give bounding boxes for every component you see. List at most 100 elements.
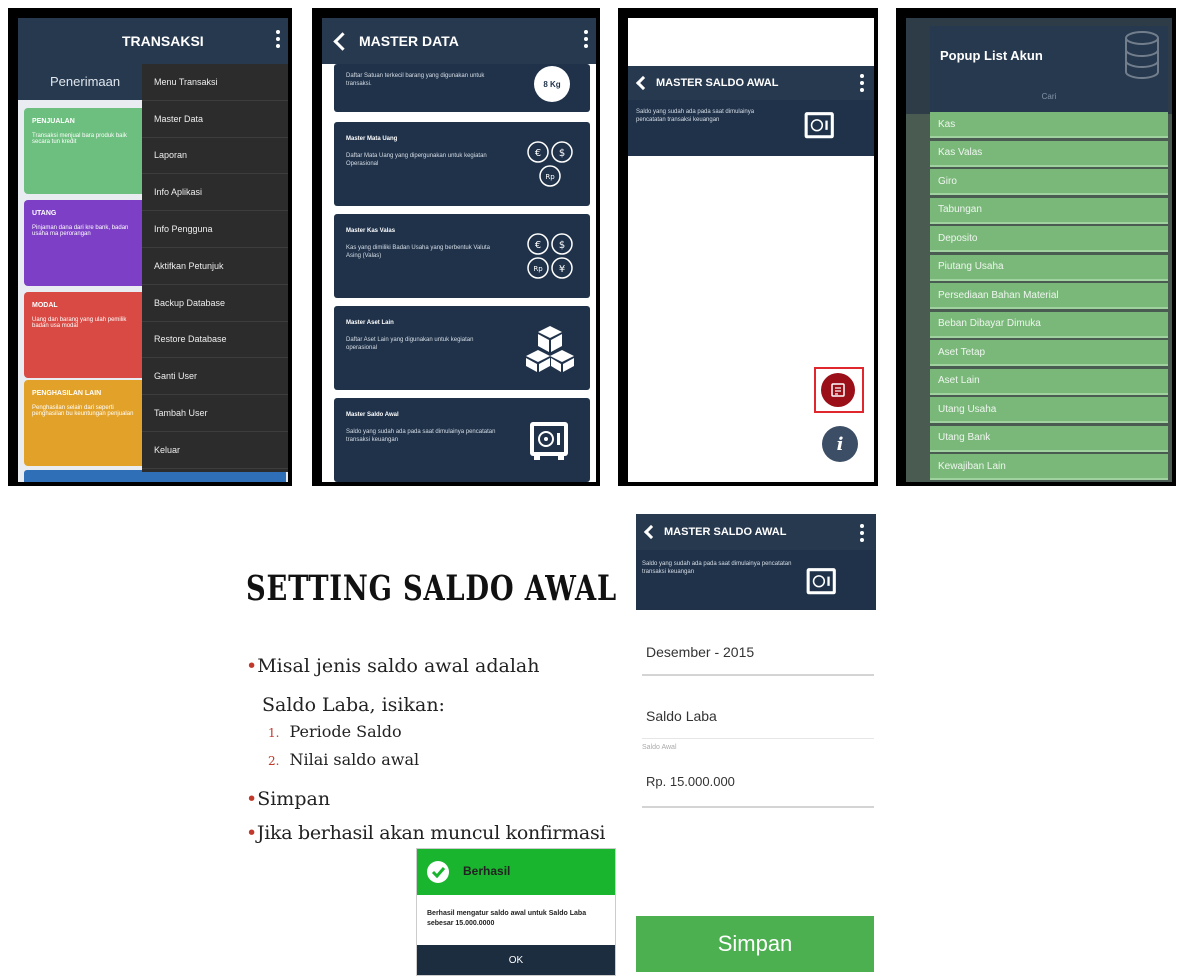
app-bar: MASTER SALDO AWAL bbox=[628, 66, 874, 100]
menu-item-master-data[interactable]: Master Data bbox=[142, 101, 288, 138]
account-item-beban-dibayar[interactable]: Beban Dibayar Dimuka bbox=[930, 311, 1168, 338]
account-item-giro[interactable]: Giro bbox=[930, 169, 1168, 195]
page-title: MASTER SALDO AWAL bbox=[656, 77, 779, 89]
safe-icon bbox=[806, 568, 836, 595]
app-bar: TRANSAKSI bbox=[18, 18, 288, 64]
page-title: MASTER DATA bbox=[359, 33, 459, 49]
bullet-simpan: •Simpan bbox=[246, 788, 330, 810]
overflow-menu-icon[interactable] bbox=[860, 524, 864, 545]
success-dialog: Berhasil Berhasil mengatur saldo awal un… bbox=[416, 848, 616, 976]
account-item-kas-valas[interactable]: Kas Valas bbox=[930, 140, 1168, 167]
overflow-menu-icon[interactable] bbox=[276, 30, 280, 51]
list-text: Nilai saldo awal bbox=[289, 750, 420, 769]
back-icon[interactable] bbox=[333, 31, 352, 51]
akun-field[interactable]: Saldo Laba bbox=[642, 682, 874, 739]
account-item-deposito[interactable]: Deposito bbox=[930, 226, 1168, 252]
saldo-field[interactable]: Saldo Awal Rp. 15.000.000 bbox=[642, 742, 874, 808]
card-title: UTANG bbox=[32, 210, 57, 217]
overflow-menu: Menu Transaksi Master Data Laporan Info … bbox=[142, 64, 288, 472]
menu-item-info-pengguna[interactable]: Info Pengguna bbox=[142, 211, 288, 248]
periode-field[interactable]: Desember - 2015 bbox=[642, 618, 874, 676]
account-item-tabungan[interactable]: Tabungan bbox=[930, 197, 1168, 224]
menu-item-info-aplikasi[interactable]: Info Aplikasi bbox=[142, 174, 288, 212]
svg-text:$: $ bbox=[559, 240, 565, 251]
dialog-message: Berhasil mengatur saldo awal untuk Saldo… bbox=[427, 910, 587, 927]
menu-item-keluar[interactable]: Keluar bbox=[142, 432, 288, 469]
menu-item-transaksi[interactable]: Menu Transaksi bbox=[142, 64, 288, 101]
info-icon: i bbox=[836, 433, 844, 455]
page-title: TRANSAKSI bbox=[122, 33, 204, 49]
dialog-title: Berhasil bbox=[463, 864, 511, 878]
card-title: MODAL bbox=[32, 302, 58, 309]
foreign-currency-icon: € $ Rp ¥ bbox=[527, 233, 573, 279]
tab-penerimaan[interactable]: Penerimaan bbox=[50, 74, 120, 89]
back-icon[interactable] bbox=[643, 524, 659, 540]
bullet-misal: •Misal jenis saldo awal adalah bbox=[246, 655, 539, 677]
card-penghasilan-lain[interactable]: PENGHASILAN LAIN Penghasilan selain dari… bbox=[24, 380, 150, 466]
bullet-text: Misal jenis saldo awal adalah bbox=[257, 655, 540, 677]
card-desc: Kas yang dimiliki Badan Usaha yang berbe… bbox=[346, 245, 490, 259]
svg-text:€: € bbox=[535, 240, 541, 251]
header-desc: Saldo yang sudah ada pada saat dimulainy… bbox=[642, 561, 792, 575]
card-desc: Daftar Satuan terkecil barang yang digun… bbox=[346, 73, 485, 87]
popup-title: Popup List Akun bbox=[940, 48, 1043, 63]
svg-text:Rp: Rp bbox=[533, 265, 543, 273]
svg-text:$: $ bbox=[559, 148, 565, 159]
dialog-header: Berhasil bbox=[417, 849, 615, 895]
dialog-ok-button[interactable]: OK bbox=[417, 945, 615, 975]
card-desc: Saldo yang sudah ada pada saat dimulainy… bbox=[346, 429, 496, 443]
akun-value: Saldo Laba bbox=[646, 708, 717, 724]
bullet-konfirmasi: •Jika berhasil akan muncul konfirmasi bbox=[246, 822, 605, 844]
ok-label: OK bbox=[508, 954, 524, 966]
screenshot-transaksi: TRANSAKSI Penerimaan PENJUALAN Transaksi… bbox=[8, 8, 292, 486]
menu-item-restore[interactable]: Restore Database bbox=[142, 322, 288, 359]
master-mata-uang-card[interactable]: Master Mata Uang Daftar Mata Uang yang d… bbox=[334, 122, 590, 206]
card-utang[interactable]: UTANG Pinjaman dana dari kre bank, badan… bbox=[24, 200, 150, 286]
weight-badge-icon: 8 Kg bbox=[534, 66, 570, 102]
saldo-label: Saldo Awal bbox=[642, 744, 677, 751]
overflow-menu-icon[interactable] bbox=[584, 30, 588, 51]
master-aset-lain-card[interactable]: Master Aset Lain Daftar Aset Lain yang d… bbox=[334, 306, 590, 390]
menu-item-backup[interactable]: Backup Database bbox=[142, 285, 288, 322]
weight-badge-label: 8 Kg bbox=[543, 79, 561, 89]
master-satuan-card[interactable]: Daftar Satuan terkecil barang yang digun… bbox=[334, 64, 590, 112]
search-input[interactable]: Cari bbox=[940, 92, 1158, 101]
bullet-text: Jika berhasil akan muncul konfirmasi bbox=[256, 822, 606, 844]
back-icon[interactable] bbox=[635, 75, 651, 91]
periode-value: Desember - 2015 bbox=[646, 644, 755, 660]
card-modal[interactable]: MODAL Uang dan barang yang ulah pemilik … bbox=[24, 292, 150, 378]
saldo-value: Rp. 15.000.000 bbox=[646, 774, 735, 789]
check-circle-icon bbox=[427, 861, 449, 883]
add-saldo-button[interactable] bbox=[821, 373, 855, 407]
account-item-utang-bank[interactable]: Utang Bank bbox=[930, 425, 1168, 452]
menu-item-ganti-user[interactable]: Ganti User bbox=[142, 358, 288, 396]
menu-item-laporan[interactable]: Laporan bbox=[142, 138, 288, 175]
account-item-aset-lain[interactable]: Aset Lain bbox=[930, 368, 1168, 395]
master-kas-valas-card[interactable]: Master Kas Valas Kas yang dimiliki Badan… bbox=[334, 214, 590, 298]
account-item-piutang-usaha[interactable]: Piutang Usaha bbox=[930, 254, 1168, 281]
account-item-utang-usaha[interactable]: Utang Usaha bbox=[930, 397, 1168, 423]
account-item-kas[interactable]: Kas bbox=[930, 112, 1168, 138]
menu-item-tambah-user[interactable]: Tambah User bbox=[142, 395, 288, 432]
menu-item-aktifkan-petunjuk[interactable]: Aktifkan Petunjuk bbox=[142, 248, 288, 285]
simpan-button[interactable]: Simpan bbox=[636, 916, 874, 972]
master-saldo-awal-card[interactable]: Master Saldo Awal Saldo yang sudah ada p… bbox=[334, 398, 590, 482]
card-desc: Daftar Mata Uang yang dipergunakan untuk… bbox=[346, 153, 487, 167]
list-number: 1. bbox=[268, 726, 280, 740]
page-title: MASTER SALDO AWAL bbox=[664, 526, 787, 538]
account-item-aset-tetap[interactable]: Aset Tetap bbox=[930, 340, 1168, 366]
currency-exchange-icon: € $ Rp bbox=[527, 141, 573, 187]
list-number: 2. bbox=[268, 754, 280, 768]
simpan-label: Simpan bbox=[717, 931, 793, 956]
info-button[interactable]: i bbox=[822, 426, 858, 462]
popup-header: Popup List Akun Cari bbox=[930, 26, 1168, 112]
card-partial bbox=[24, 470, 286, 482]
edit-note-icon bbox=[831, 383, 845, 397]
form-header: MASTER SALDO AWAL Saldo yang sudah ada p… bbox=[636, 514, 876, 610]
card-desc: Penghasilan selain dari seperti penghasi… bbox=[32, 405, 134, 417]
card-penjualan[interactable]: PENJUALAN Transaksi menjual bara produk … bbox=[24, 108, 150, 194]
card-title: PENGHASILAN LAIN bbox=[32, 390, 102, 397]
account-item-persediaan[interactable]: Persediaan Bahan Material bbox=[930, 283, 1168, 309]
account-item-kewajiban-lain[interactable]: Kewajiban Lain bbox=[930, 454, 1168, 480]
overflow-menu-icon[interactable] bbox=[860, 74, 864, 95]
